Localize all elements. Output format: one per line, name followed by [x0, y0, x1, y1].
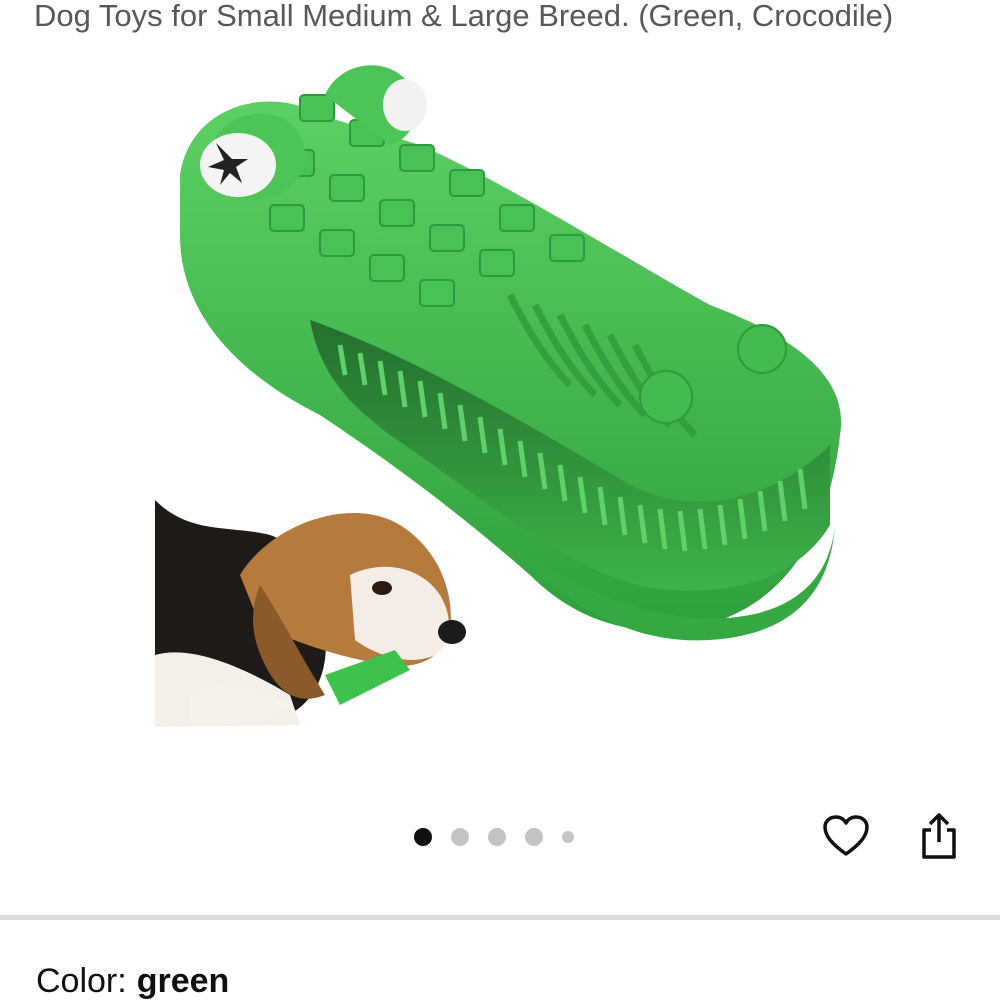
product-image[interactable]	[150, 55, 850, 745]
color-variation: Color: green	[36, 958, 229, 1004]
share-button[interactable]	[913, 810, 965, 862]
carousel-dot-2[interactable]	[451, 828, 469, 846]
puppy-photo	[155, 500, 466, 727]
image-carousel-dots	[414, 825, 574, 849]
carousel-dot-1[interactable]	[414, 828, 432, 846]
color-label: Color:	[36, 962, 127, 1000]
favorite-button[interactable]	[820, 810, 872, 862]
share-icon	[922, 813, 956, 859]
section-divider	[0, 915, 1000, 920]
carousel-dot-3[interactable]	[488, 828, 506, 846]
carousel-dot-4[interactable]	[525, 828, 543, 846]
heart-icon	[823, 815, 869, 856]
product-title: Dog Toys for Small Medium & Large Breed.…	[34, 0, 894, 33]
carousel-dot-5[interactable]	[562, 831, 574, 843]
color-value: green	[136, 962, 230, 1000]
